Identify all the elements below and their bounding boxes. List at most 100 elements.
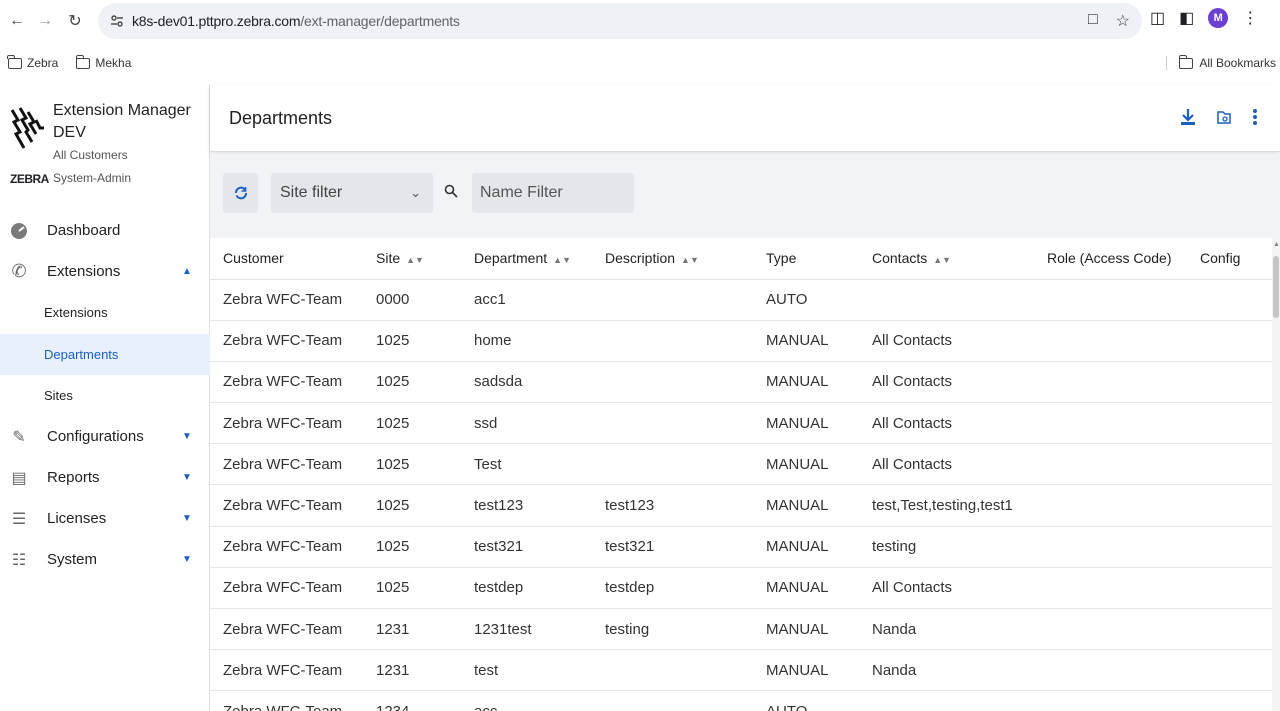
- table-cell: [1187, 526, 1272, 568]
- network-icon: ☷: [11, 551, 27, 569]
- nav-label: System: [47, 551, 98, 568]
- caret-up-icon[interactable]: ▲: [182, 266, 192, 277]
- table-cell: 1231: [363, 649, 461, 692]
- page-title: Departments: [229, 108, 333, 128]
- site-filter-select[interactable]: Site filter ⌄: [271, 173, 433, 213]
- scroll-up-icon[interactable]: ▲: [1273, 241, 1280, 248]
- table-row[interactable]: Zebra WFC-Team 1025 ssd MANUAL All Contacts: [210, 402, 1272, 445]
- table-row[interactable]: Zebra WFC-Team 1231 test MANUAL Nanda: [210, 649, 1272, 692]
- name-filter-input[interactable]: [472, 173, 634, 213]
- col-department[interactable]: Department ▲▼: [461, 238, 592, 280]
- bookmark-star-icon[interactable]: ☆: [1116, 11, 1130, 31]
- table-cell: 1025: [363, 526, 461, 568]
- refresh-icon: [234, 186, 247, 200]
- reports-icon: ▤: [11, 469, 27, 487]
- extensions-puzzle-icon[interactable]: ◫: [1150, 8, 1165, 28]
- table-row[interactable]: Zebra WFC-Team 1025 testdep testdep MANUAL Al…: [210, 567, 1272, 610]
- header-label: Type: [766, 250, 797, 267]
- table-cell: 1025: [363, 402, 461, 445]
- back-icon[interactable]: ←: [6, 10, 28, 32]
- caret-down-icon[interactable]: ▼: [182, 513, 192, 524]
- table-cell: AUTO: [753, 690, 859, 711]
- bookmark-folder-zebra[interactable]: Zebra: [7, 54, 59, 70]
- header-label: Site: [376, 250, 401, 267]
- table-cell: 1025: [363, 443, 461, 486]
- url-host: k8s-dev01.pttpro.zebra.com: [132, 13, 301, 29]
- scroll-thumb[interactable]: [1273, 256, 1279, 318]
- nav-sub-sites[interactable]: Sites: [0, 375, 210, 416]
- nav-reports[interactable]: ▤ Reports ▼: [0, 457, 210, 498]
- site-settings-icon[interactable]: [110, 14, 124, 28]
- sort-icon[interactable]: ▲▼: [553, 255, 571, 265]
- table-cell: [859, 690, 1034, 711]
- caret-down-icon[interactable]: ▼: [182, 431, 192, 442]
- nav-configurations[interactable]: ✎ Configurations ▼: [0, 416, 210, 457]
- user-role: System-Admin: [53, 171, 132, 185]
- table-row[interactable]: Zebra WFC-Team 0000 acc1 AUTO: [210, 279, 1272, 321]
- table-cell: All Contacts: [859, 361, 1034, 404]
- table-cell: [1187, 402, 1272, 445]
- download-icon[interactable]: [1180, 108, 1196, 126]
- table-scrollbar[interactable]: ▲: [1272, 238, 1280, 711]
- nav-sub-departments[interactable]: Departments: [0, 334, 210, 375]
- address-bar[interactable]: k8s-dev01.pttpro.zebra.com/ext-manager/d…: [98, 3, 1142, 39]
- nav-licenses[interactable]: ☰ Licenses ▼: [0, 498, 210, 539]
- table-row[interactable]: Zebra WFC-Team 1025 Test MANUAL All Contacts: [210, 443, 1272, 486]
- reload-icon[interactable]: ↻: [64, 10, 86, 32]
- table-row[interactable]: Zebra WFC-Team 1025 home MANUAL All Contacts: [210, 320, 1272, 362]
- edit-icon: ✎: [12, 428, 26, 446]
- filter-toolbar: Site filter ⌄: [210, 154, 1280, 238]
- table-cell: [1187, 649, 1272, 692]
- table-cell: All Contacts: [859, 567, 1034, 610]
- caret-down-icon[interactable]: ▼: [182, 554, 192, 565]
- col-site[interactable]: Site ▲▼: [363, 238, 461, 280]
- departments-table: Customer Site ▲▼ Department ▲▼ Description…: [210, 238, 1272, 711]
- forward-icon[interactable]: →: [34, 10, 56, 32]
- profile-avatar[interactable]: M: [1208, 8, 1229, 28]
- table-cell: [1034, 567, 1187, 610]
- more-vert-icon[interactable]: [1252, 108, 1258, 126]
- table-cell: [1034, 402, 1187, 445]
- table-cell: [1034, 361, 1187, 404]
- table-cell: Zebra WFC-Team: [210, 567, 363, 610]
- table-row[interactable]: Zebra WFC-Team 1025 test123 test123 MANUAL te…: [210, 484, 1272, 527]
- caret-down-icon[interactable]: ▼: [182, 472, 192, 483]
- table-cell: 0000: [363, 279, 461, 321]
- table-cell: All Contacts: [859, 402, 1034, 445]
- all-bookmarks[interactable]: All Bookmarks: [1166, 54, 1276, 70]
- nav-extensions[interactable]: ✆ Extensions ▲: [0, 251, 210, 292]
- nav-dashboard[interactable]: Dashboard: [0, 210, 210, 251]
- bookmark-label: Zebra: [27, 56, 59, 70]
- table-cell: 1025: [363, 567, 461, 610]
- table-row[interactable]: Zebra WFC-Team 1025 test321 test321 MANUAL te…: [210, 526, 1272, 568]
- nav-sub-extensions[interactable]: Extensions: [0, 292, 210, 333]
- table-row[interactable]: Zebra WFC-Team 1231 1231test testing MANUAL N…: [210, 608, 1272, 651]
- browser-menu-icon[interactable]: ⋮: [1242, 8, 1258, 28]
- table-row[interactable]: Zebra WFC-Team 1025 sadsda MANUAL All Contac…: [210, 361, 1272, 404]
- brand-block: ZEBRA Extension Manager DEV All Customer…: [0, 84, 210, 204]
- table-cell: Zebra WFC-Team: [210, 526, 363, 568]
- table-cell: [1187, 484, 1272, 527]
- customer-scope[interactable]: All Customers: [53, 148, 128, 162]
- sidepanel-icon[interactable]: ◧: [1179, 8, 1194, 28]
- col-type: Type: [753, 238, 859, 280]
- table-cell: MANUAL: [753, 484, 859, 527]
- bookmark-folder-mekha[interactable]: Mekha: [75, 54, 131, 70]
- sort-icon[interactable]: ▲▼: [681, 255, 699, 265]
- table-cell: Zebra WFC-Team: [210, 690, 363, 711]
- page-header: Departments: [210, 84, 1280, 152]
- table-cell: [592, 443, 753, 486]
- table-cell: acc1: [461, 279, 592, 321]
- sort-icon[interactable]: ▲▼: [406, 255, 424, 265]
- refresh-button[interactable]: [223, 173, 258, 213]
- table-cell: MANUAL: [753, 443, 859, 486]
- folder-icon: [1178, 54, 1194, 69]
- table-cell: MANUAL: [753, 402, 859, 445]
- import-file-icon[interactable]: [1216, 109, 1232, 125]
- table-row[interactable]: Zebra WFC-Team1234acc AUTO: [210, 690, 1272, 711]
- col-contacts[interactable]: Contacts ▲▼: [859, 238, 1034, 280]
- col-description[interactable]: Description ▲▼: [592, 238, 753, 280]
- sort-icon[interactable]: ▲▼: [933, 255, 951, 265]
- install-app-icon[interactable]: □: [1088, 11, 1098, 31]
- nav-system[interactable]: ☷ System ▼: [0, 539, 210, 580]
